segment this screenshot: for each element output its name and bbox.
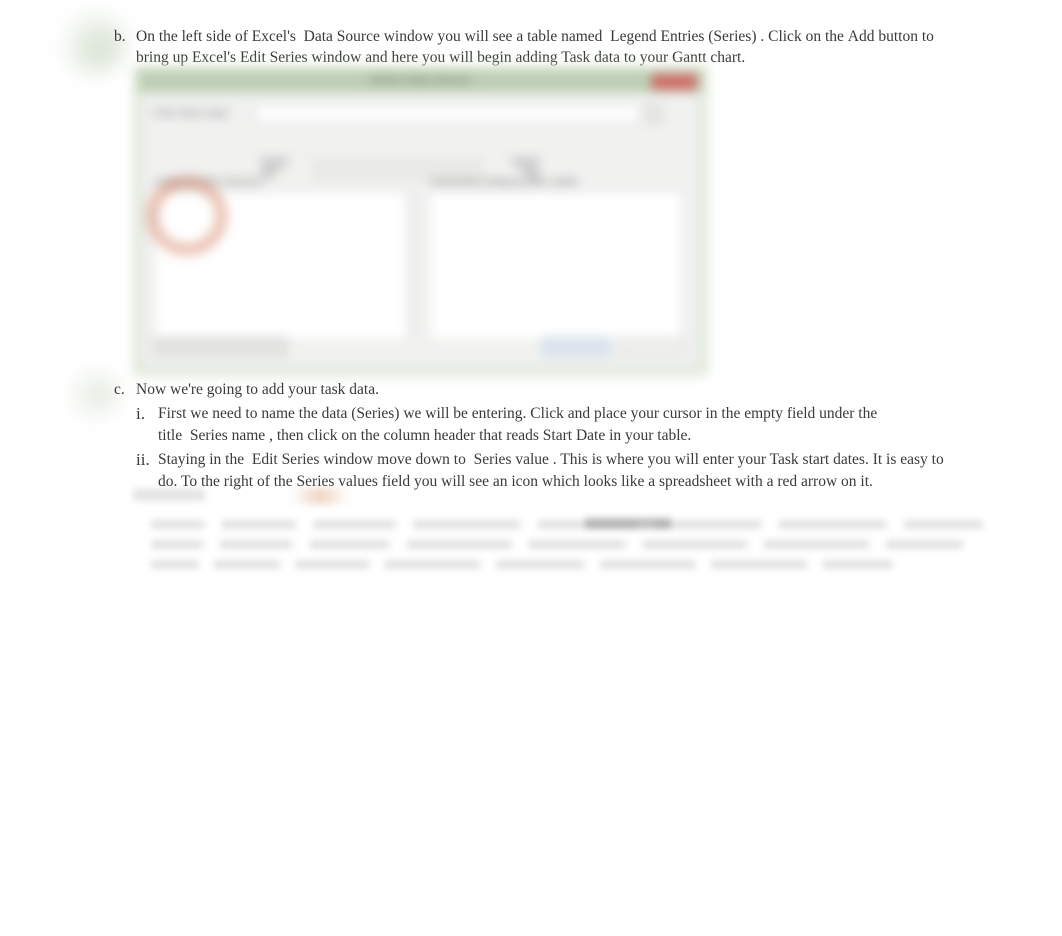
item-ii-part1: Staying in the: [158, 451, 245, 468]
faded-text-line: [151, 540, 963, 549]
arrow-left-icon: [261, 157, 305, 181]
sublist-item-i-text: First we need to name the data (Series) …: [158, 403, 956, 446]
item-b-part3: . Click on the: [760, 28, 844, 45]
term-series-name: Series name: [189, 426, 266, 444]
term-add: Add: [847, 28, 875, 45]
dialog-frame: Select Data Source Chart data range: Leg…: [133, 66, 708, 376]
faded-text-line: [151, 520, 983, 529]
chart-data-range-label: Chart data range:: [153, 108, 231, 119]
legend-entries-list[interactable]: [153, 191, 408, 341]
list-marker-b: b.: [114, 28, 126, 45]
dialog-title: Select Data Source: [369, 74, 472, 86]
sublist-item-ii: ii. Staying in the Edit Series window move…: [136, 449, 956, 492]
item-b-part1: On the left side of Excel's: [136, 28, 296, 45]
cancel-button[interactable]: [618, 337, 686, 356]
item-i-part2: , then click on the column header that r…: [269, 426, 692, 444]
term-edit-series: Edit Series: [251, 451, 320, 468]
chart-data-range-input[interactable]: [255, 104, 640, 123]
excel-select-data-source-screenshot: Select Data Source Chart data range: Leg…: [133, 66, 708, 376]
category-axis-header: Horizontal (Category) Axis Labels: [430, 177, 579, 188]
dialog-titlebar: Select Data Source: [138, 70, 703, 92]
footer-spacer: [293, 342, 538, 352]
term-data-source: Data Source: [303, 28, 380, 45]
term-legend-entries-series: Legend Entries (Series): [610, 28, 757, 45]
out-of-focus-paragraph: [133, 487, 983, 579]
list-item-b: b. On the left side of Excel's Data Sourc…: [114, 26, 974, 68]
list-item-b-text: On the left side of Excel's Data Source wi…: [136, 26, 968, 68]
item-b-part2: window you will see a table named: [383, 28, 603, 45]
faded-text-line: [151, 560, 893, 569]
list-marker-c: c.: [114, 381, 125, 398]
document-page: b. On the left side of Excel's Data Sourc…: [0, 0, 1062, 936]
item-ii-part2: window move down to: [323, 451, 466, 468]
sublist-item-ii-text: Staying in the Edit Series window move dow…: [158, 449, 956, 492]
sublist-marker-ii: ii.: [136, 450, 150, 469]
dialog-body: Chart data range: Legend Entries (Series…: [142, 94, 699, 367]
sublist-marker-i: i.: [136, 404, 145, 423]
faded-chip-orange: [291, 487, 349, 505]
margin-smudge-middle: [62, 368, 122, 418]
dialog-footer: [153, 336, 688, 358]
faded-bold-run: [585, 518, 671, 529]
range-picker-icon[interactable]: [646, 104, 662, 123]
ok-button[interactable]: [542, 337, 610, 356]
legend-entries-header: Legend Entries (Series): [155, 177, 261, 188]
switch-row-column-button[interactable]: [313, 159, 481, 179]
panel-divider: [415, 191, 416, 341]
list-item-c: c. Now we're going to add your task data…: [114, 379, 974, 400]
category-axis-list[interactable]: [428, 191, 683, 341]
hidden-and-empty-cells-button[interactable]: [153, 337, 288, 356]
list-item-c-text: Now we're going to add your task data.: [136, 381, 379, 398]
faded-chip-grey: [133, 489, 205, 501]
sublist-item-i: i. First we need to name the data (Serie…: [136, 403, 956, 446]
term-series-value: Series value: [473, 451, 549, 468]
close-icon[interactable]: [651, 74, 697, 90]
